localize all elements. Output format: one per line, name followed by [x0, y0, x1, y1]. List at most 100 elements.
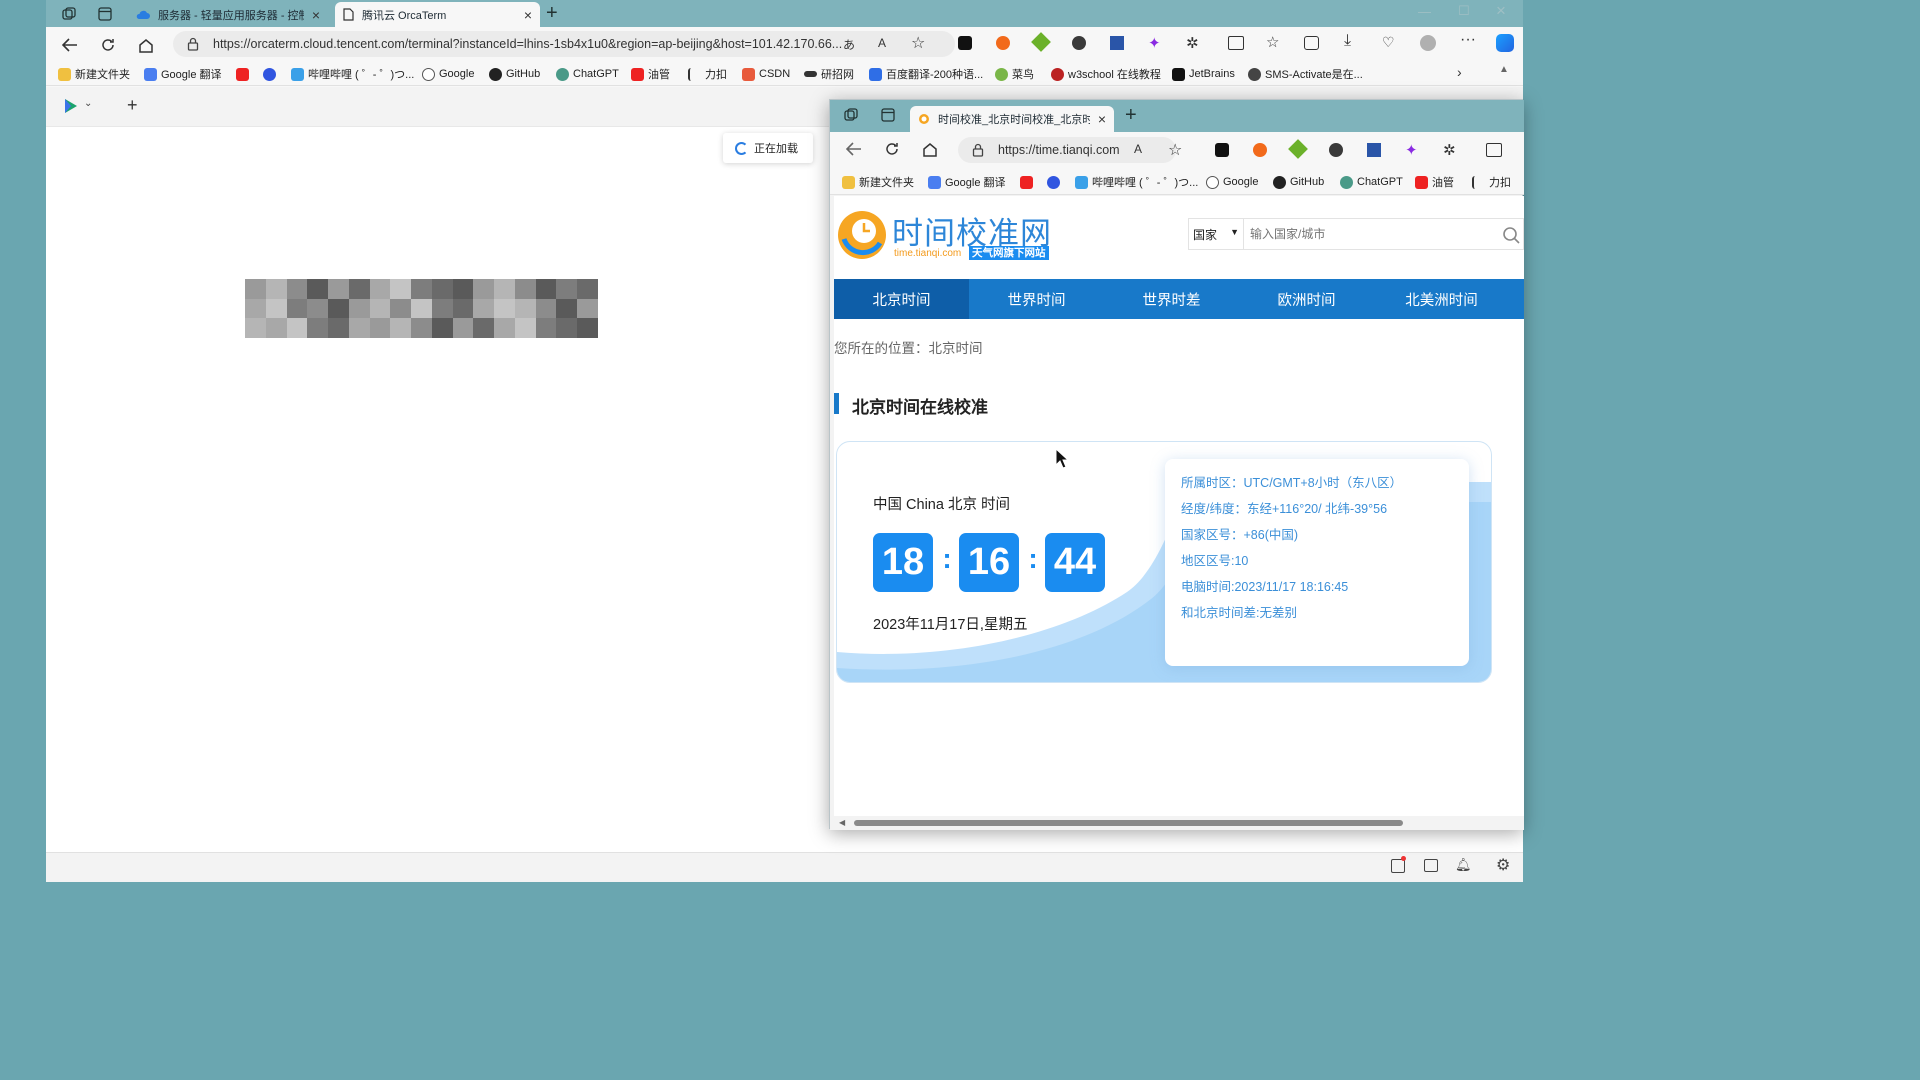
tab-actions-icon[interactable] — [96, 5, 114, 23]
lock-icon[interactable] — [972, 143, 984, 157]
extensions-puzzle-icon[interactable]: ✲ — [1186, 34, 1199, 52]
fav-item[interactable]: ChatGPT — [556, 66, 619, 82]
fav-item[interactable]: CSDN — [742, 66, 790, 82]
fav-item[interactable] — [263, 66, 276, 82]
fav-item[interactable]: 油管 — [1415, 174, 1454, 190]
horizontal-scrollbar[interactable]: ◀ — [830, 816, 1524, 830]
copilot-extension-icon[interactable]: ✦ — [1148, 34, 1161, 52]
close-tab-icon[interactable]: × — [524, 7, 532, 23]
extension-icon[interactable] — [1288, 139, 1308, 159]
more-menu-icon[interactable]: ··· — [1460, 31, 1476, 49]
fav-item[interactable]: GitHub — [489, 66, 540, 82]
workspaces-icon[interactable] — [60, 5, 78, 23]
read-aloud-icon[interactable]: A — [1134, 142, 1142, 156]
search-input[interactable] — [1244, 218, 1524, 250]
chevron-down-icon[interactable]: ⌄ — [84, 98, 92, 109]
extension-icon[interactable] — [1367, 143, 1381, 157]
profile-avatar-icon[interactable] — [1420, 35, 1436, 51]
browser-essentials-icon[interactable]: ♡ — [1382, 34, 1395, 51]
back-icon[interactable] — [846, 142, 862, 156]
favorite-star-icon[interactable]: ☆ — [1168, 140, 1182, 160]
calendar-icon[interactable] — [1391, 859, 1405, 873]
extension-icon[interactable] — [1110, 36, 1124, 50]
favorite-star-icon[interactable]: ☆ — [911, 33, 925, 53]
fav-item[interactable]: Google 翻译 — [928, 174, 1006, 190]
collections-icon[interactable] — [1304, 36, 1319, 50]
fav-item[interactable]: 菜鸟 — [995, 66, 1034, 82]
fav-item[interactable]: SMS-Activate是在... — [1248, 66, 1363, 82]
address-bar[interactable]: https://orcaterm.cloud.tencent.com/termi… — [173, 31, 955, 57]
orcaterm-logo-icon[interactable] — [64, 98, 78, 114]
fav-item[interactable]: Google 翻译 — [144, 66, 222, 82]
copilot-icon[interactable] — [1496, 34, 1514, 52]
fav-item[interactable]: 研招网 — [804, 66, 854, 82]
copilot-extension-icon[interactable]: ✦ — [1405, 141, 1418, 159]
fav-item[interactable]: 力扣 — [1472, 174, 1511, 190]
fav-item[interactable]: 新建文件夹 — [58, 66, 130, 82]
fav-item[interactable] — [1020, 174, 1033, 190]
nav-world-time-diff[interactable]: 世界时差 — [1104, 279, 1239, 319]
downloads-icon[interactable]: ⤓ — [1344, 32, 1351, 50]
split-screen-icon[interactable] — [1486, 143, 1502, 157]
fav-item[interactable]: 哔哩哔哩 ( ゜- ゜)つ... — [1075, 174, 1198, 190]
fav-item[interactable]: Google — [422, 66, 474, 82]
extension-icon[interactable] — [1031, 32, 1051, 52]
tab-server-console[interactable]: 服务器 - 轻量应用服务器 - 控制台 × — [128, 2, 328, 27]
search-icon[interactable] — [1502, 226, 1520, 244]
back-icon[interactable] — [59, 34, 81, 56]
refresh-icon[interactable] — [97, 34, 119, 56]
fav-item[interactable]: 力扣 — [688, 66, 727, 82]
close-tab-icon[interactable]: × — [312, 7, 320, 23]
new-tab-icon[interactable]: + — [1125, 104, 1137, 127]
fav-item[interactable] — [1047, 174, 1060, 190]
extensions-puzzle-icon[interactable]: ✲ — [1443, 141, 1456, 159]
fav-item[interactable]: JetBrains — [1172, 66, 1235, 82]
extension-icon[interactable] — [1072, 36, 1086, 50]
scroll-left-icon[interactable]: ◀ — [839, 818, 845, 827]
fav-item[interactable]: 新建文件夹 — [842, 174, 914, 190]
fav-item[interactable]: 油管 — [631, 66, 670, 82]
fav-item[interactable] — [236, 66, 249, 82]
fav-item[interactable]: 百度翻译-200种语... — [869, 66, 983, 82]
extension-icon[interactable] — [1329, 143, 1343, 157]
nav-europe-time[interactable]: 欧洲时间 — [1239, 279, 1374, 319]
search-scope-select[interactable]: 国家 ▼ — [1188, 218, 1244, 250]
popup-address-bar[interactable]: https://time.tianqi.com A — [958, 137, 1176, 163]
close-window-icon[interactable]: × — [1496, 1, 1506, 21]
refresh-icon[interactable] — [884, 141, 900, 157]
nav-world-time[interactable]: 世界时间 — [969, 279, 1104, 319]
tab-tianqi[interactable]: 时间校准_北京时间校准_北京时间 × — [910, 106, 1114, 132]
home-icon[interactable] — [135, 34, 157, 56]
nav-north-america-time[interactable]: 北美洲时间 — [1374, 279, 1509, 319]
add-session-icon[interactable]: + — [127, 95, 138, 116]
nav-beijing-time[interactable]: 北京时间 — [834, 279, 969, 319]
fav-item[interactable]: 哔哩哔哩 ( ゜- ゜)つ... — [291, 66, 414, 82]
collapse-icon[interactable]: ▲ — [1499, 64, 1509, 75]
maximize-icon[interactable]: ☐ — [1458, 3, 1470, 19]
extension-icon[interactable] — [958, 36, 972, 50]
fav-item[interactable]: Google — [1206, 174, 1258, 190]
home-icon[interactable] — [922, 142, 938, 157]
workspaces-icon[interactable] — [844, 108, 858, 122]
extension-icon[interactable] — [1215, 143, 1229, 157]
settings-gear-icon[interactable]: ⚙ — [1496, 855, 1510, 875]
chevron-right-icon[interactable]: › — [1457, 64, 1462, 80]
tab-actions-icon[interactable] — [881, 108, 895, 122]
read-aloud-icon[interactable]: A — [878, 36, 886, 50]
new-tab-icon[interactable]: + — [546, 2, 558, 25]
bell-icon[interactable]: 🔔︎ — [1455, 857, 1472, 873]
translate-page-icon[interactable]: あ — [843, 36, 855, 53]
minimize-icon[interactable]: — — [1418, 4, 1431, 19]
split-screen-icon[interactable] — [1228, 36, 1244, 50]
fav-item[interactable]: GitHub — [1273, 174, 1324, 190]
scrollbar-thumb[interactable] — [854, 820, 1403, 826]
fav-item[interactable]: w3school 在线教程 — [1051, 66, 1161, 82]
extension-icon[interactable] — [996, 36, 1010, 50]
lock-icon[interactable] — [187, 37, 199, 51]
site-logo-icon[interactable] — [836, 209, 888, 261]
folder-icon[interactable] — [1424, 859, 1438, 872]
tab-orcaterm[interactable]: 腾讯云 OrcaTerm × — [335, 2, 540, 27]
extension-icon[interactable] — [1253, 143, 1267, 157]
favorites-icon[interactable]: ☆ — [1266, 33, 1279, 51]
fav-item[interactable]: ChatGPT — [1340, 174, 1403, 190]
